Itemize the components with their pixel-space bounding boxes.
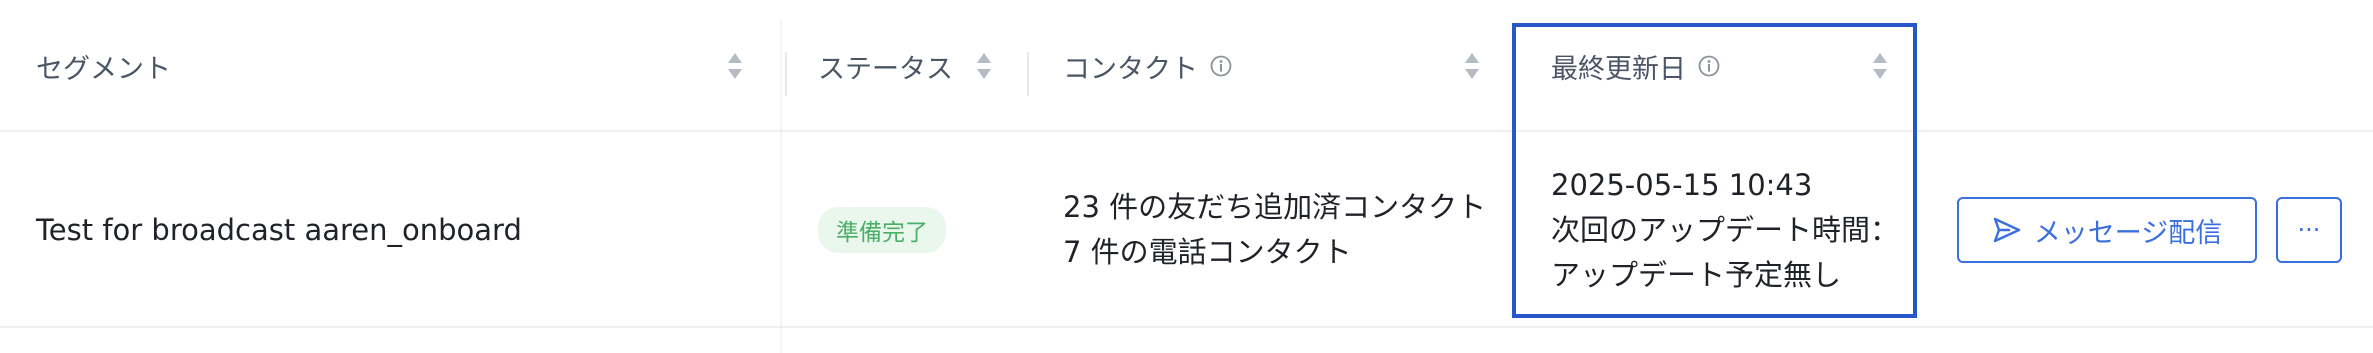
phone-contact-count: 7 件の電話コンタクト	[1063, 235, 1352, 269]
column-divider	[1513, 52, 1515, 96]
cell-status: 準備完了	[818, 132, 1018, 328]
next-update-value: アップデート予定無し	[1551, 257, 1842, 292]
more-actions-button[interactable]: ···	[2276, 197, 2342, 263]
status-badge: 準備完了	[818, 207, 946, 253]
header-contact-label: コンタクト	[1063, 53, 1198, 85]
update-info: 2025-05-15 10:43 次回のアップデート時間： アップデート予定無し	[1551, 163, 1899, 298]
segment-table: セグメント ステータス コンタクト 最終更新日 Test for broadca…	[0, 0, 2373, 353]
header-status[interactable]: ステータス	[818, 0, 1018, 132]
contact-counts: 23 件の友だち追加済コンタクト 7 件の電話コンタクト	[1063, 185, 1486, 275]
sort-icon[interactable]	[726, 51, 744, 81]
header-last-updated-label: 最終更新日	[1551, 53, 1686, 85]
last-updated-datetime: 2025-05-15 10:43	[1551, 167, 1813, 202]
header-contact[interactable]: コンタクト	[1063, 0, 1483, 132]
column-divider	[1027, 52, 1029, 96]
cell-segment: Test for broadcast aaren_onboard	[36, 132, 756, 328]
info-icon[interactable]	[1698, 55, 1720, 77]
sticky-column-shadow	[780, 20, 784, 353]
table-header-row: セグメント ステータス コンタクト 最終更新日	[0, 0, 2373, 132]
more-icon: ···	[2297, 216, 2321, 244]
friend-contact-count: 23 件の友だち追加済コンタクト	[1063, 190, 1487, 224]
send-message-button[interactable]: メッセージ配信	[1957, 197, 2257, 263]
table-row: Test for broadcast aaren_onboard 準備完了 23…	[0, 132, 2373, 328]
sort-icon[interactable]	[975, 51, 993, 81]
next-update-label: 次回のアップデート時間：	[1551, 212, 1900, 247]
column-divider	[785, 52, 787, 96]
cell-contact: 23 件の友だち追加済コンタクト 7 件の電話コンタクト	[1063, 132, 1493, 328]
header-segment[interactable]: セグメント	[36, 0, 756, 132]
cell-last-updated: 2025-05-15 10:43 次回のアップデート時間： アップデート予定無し	[1551, 132, 1901, 328]
segment-name[interactable]: Test for broadcast aaren_onboard	[36, 213, 522, 247]
send-message-label: メッセージ配信	[2033, 217, 2223, 249]
sort-icon[interactable]	[1871, 51, 1889, 81]
send-icon	[1993, 217, 2020, 243]
info-icon[interactable]	[1210, 55, 1232, 77]
header-segment-label: セグメント	[36, 53, 171, 85]
sort-icon[interactable]	[1463, 51, 1481, 81]
header-status-label: ステータス	[818, 53, 953, 85]
header-last-updated[interactable]: 最終更新日	[1551, 0, 1891, 132]
